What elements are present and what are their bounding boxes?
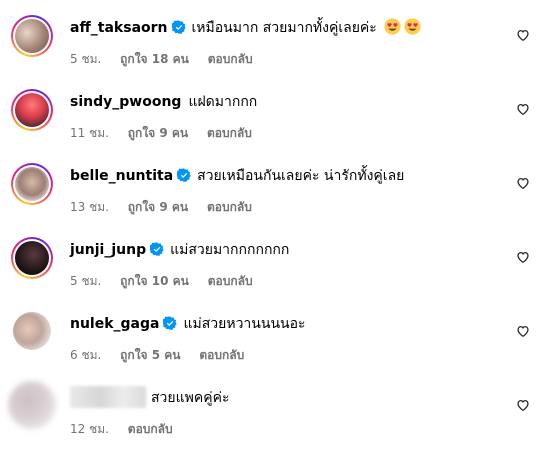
comment-item: belle_nuntita สวยเหมือนกันเลยค่ะ น่ารักทั… xyxy=(0,163,545,237)
comment-likes[interactable]: ถูกใจ 5 คน xyxy=(120,348,180,362)
comment-item: sindy_pwoong แฝดมากกก 11 ชม. ถูกใจ 9 คน ต… xyxy=(0,89,545,163)
comment-time: 6 ชม. xyxy=(70,348,102,362)
comment-meta: 6 ชม. ถูกใจ 5 คน ตอบกลับ xyxy=(70,346,259,364)
comment-text: แฝดมากกก xyxy=(188,94,258,110)
verified-badge-icon xyxy=(150,242,164,256)
username[interactable]: sindy_pwoong xyxy=(70,94,181,110)
comment-time: 5 ชม. xyxy=(70,52,102,66)
comment-meta: 11 ชม. ถูกใจ 9 คน ตอบกลับ xyxy=(70,124,267,142)
heart-eyes-emoji xyxy=(384,18,401,35)
reply-button[interactable]: ตอบกลับ xyxy=(207,200,252,214)
heart-outline-icon[interactable] xyxy=(516,102,530,116)
comment-meta: 5 ชม. ถูกใจ 10 คน ตอบกลับ xyxy=(70,272,268,290)
heart-outline-icon[interactable] xyxy=(516,324,530,338)
comment-meta: 5 ชม. ถูกใจ 18 คน ตอบกลับ xyxy=(70,50,268,68)
comment-main-line: belle_nuntita สวยเหมือนกันเลยค่ะ น่ารักทั… xyxy=(70,163,404,189)
heart-outline-icon[interactable] xyxy=(516,28,530,42)
heart-eyes-emoji xyxy=(404,18,421,35)
verified-badge-icon xyxy=(171,20,186,34)
comment-item: junji_junp แม่สวยมากกกกกกก 5 ชม. ถูกใจ 10… xyxy=(0,237,545,311)
comment-text: แม่สวยมากกกกกกก xyxy=(170,242,290,258)
username[interactable]: aff_taksaorn xyxy=(70,20,168,36)
reply-button[interactable]: ตอบกลับ xyxy=(199,348,244,362)
heart-outline-icon[interactable] xyxy=(516,398,530,412)
reply-button[interactable]: ตอบกลับ xyxy=(207,126,252,140)
reply-button[interactable]: ตอบกลับ xyxy=(128,422,173,436)
reply-button[interactable]: ตอบกลับ xyxy=(208,274,253,288)
heart-outline-icon[interactable] xyxy=(516,176,530,190)
verified-badge-icon xyxy=(177,168,191,182)
reply-button[interactable]: ตอบกลับ xyxy=(208,52,253,66)
comment-text: เหมือนมาก สวยมากทั้งคู่เลยค่ะ xyxy=(191,20,377,36)
avatar[interactable] xyxy=(11,89,53,131)
comment-likes[interactable]: ถูกใจ 10 คน xyxy=(120,274,189,288)
comment-time: 12 ชม. xyxy=(70,422,109,436)
username[interactable]: belle_nuntita xyxy=(70,168,173,184)
comment-item: สวยแพคคู่ค่ะ 12 ชม. ตอบกลับ xyxy=(0,381,545,459)
avatar[interactable] xyxy=(13,312,51,350)
comment-likes[interactable]: ถูกใจ 9 คน xyxy=(128,200,188,214)
comment-item: aff_taksaorn เหมือนมาก สวยมากทั้งคู่เลยค่… xyxy=(0,15,545,89)
comment-time: 13 ชม. xyxy=(70,200,109,214)
comment-likes[interactable]: ถูกใจ 9 คน xyxy=(128,126,188,140)
avatar[interactable] xyxy=(11,163,53,205)
avatar[interactable] xyxy=(11,237,53,279)
comment-time: 5 ชม. xyxy=(70,274,102,288)
comment-text: สวยเหมือนกันเลยค่ะ น่ารักทั้งคู่เลย xyxy=(197,168,405,184)
comment-main-line: aff_taksaorn เหมือนมาก สวยมากทั้งคู่เลยค่… xyxy=(70,15,421,41)
comment-text: สวยแพคคู่ค่ะ xyxy=(151,390,230,406)
comment-text: แม่สวยหวานนนนอะ xyxy=(183,316,306,332)
heart-outline-icon[interactable] xyxy=(516,250,530,264)
username[interactable]: junji_junp xyxy=(70,242,146,258)
avatar[interactable] xyxy=(8,381,56,429)
comment-meta: 12 ชม. ตอบกลับ xyxy=(70,420,188,438)
comment-main-line: สวยแพคคู่ค่ะ xyxy=(70,385,229,411)
comment-likes[interactable]: ถูกใจ 18 คน xyxy=(120,52,189,66)
comment-main-line: nulek_gaga แม่สวยหวานนนนอะ xyxy=(70,311,306,337)
comment-time: 11 ชม. xyxy=(70,126,109,140)
username[interactable] xyxy=(70,386,146,408)
username[interactable]: nulek_gaga xyxy=(70,316,159,332)
comment-meta: 13 ชม. ถูกใจ 9 คน ตอบกลับ xyxy=(70,198,267,216)
verified-badge-icon xyxy=(163,316,178,330)
avatar[interactable] xyxy=(11,15,53,57)
comment-main-line: sindy_pwoong แฝดมากกก xyxy=(70,89,257,115)
comment-main-line: junji_junp แม่สวยมากกกกกกก xyxy=(70,237,289,263)
comment-item: nulek_gaga แม่สวยหวานนนนอะ 6 ชม. ถูกใจ 5 … xyxy=(0,311,545,385)
